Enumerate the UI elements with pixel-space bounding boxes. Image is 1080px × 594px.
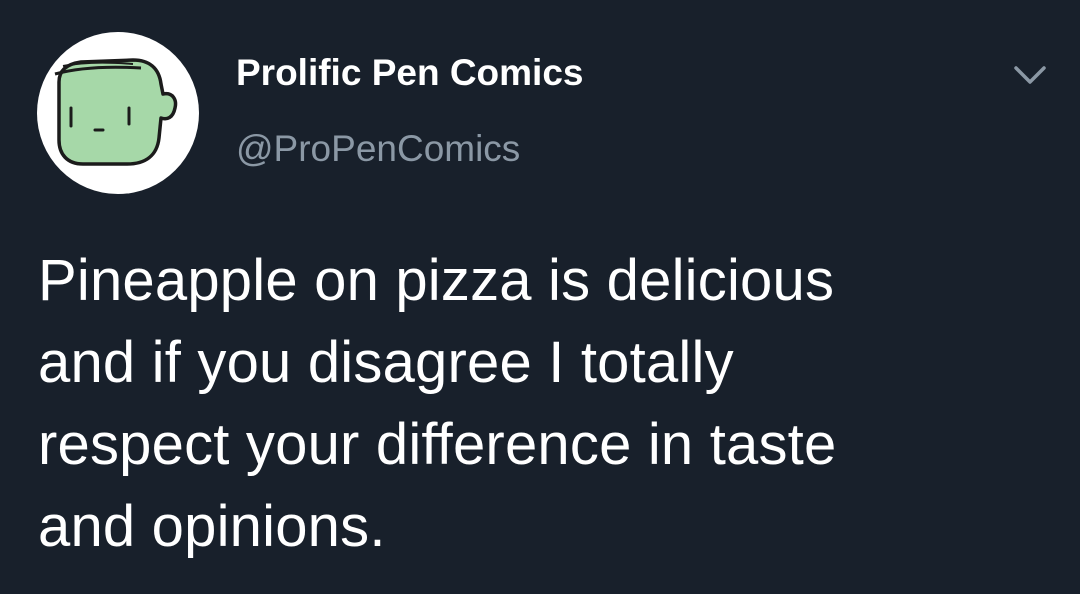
author-handle[interactable]: @ProPenComics	[236, 128, 520, 170]
avatar[interactable]	[37, 32, 199, 194]
tweet-card: Prolific Pen Comics @ProPenComics Pineap…	[0, 0, 1080, 594]
tweet-text: Pineapple on pizza is delicious and if y…	[38, 248, 837, 559]
chevron-down-icon[interactable]	[1010, 58, 1050, 92]
cartoon-face-icon	[54, 58, 178, 166]
author-display-name[interactable]: Prolific Pen Comics	[236, 52, 584, 94]
